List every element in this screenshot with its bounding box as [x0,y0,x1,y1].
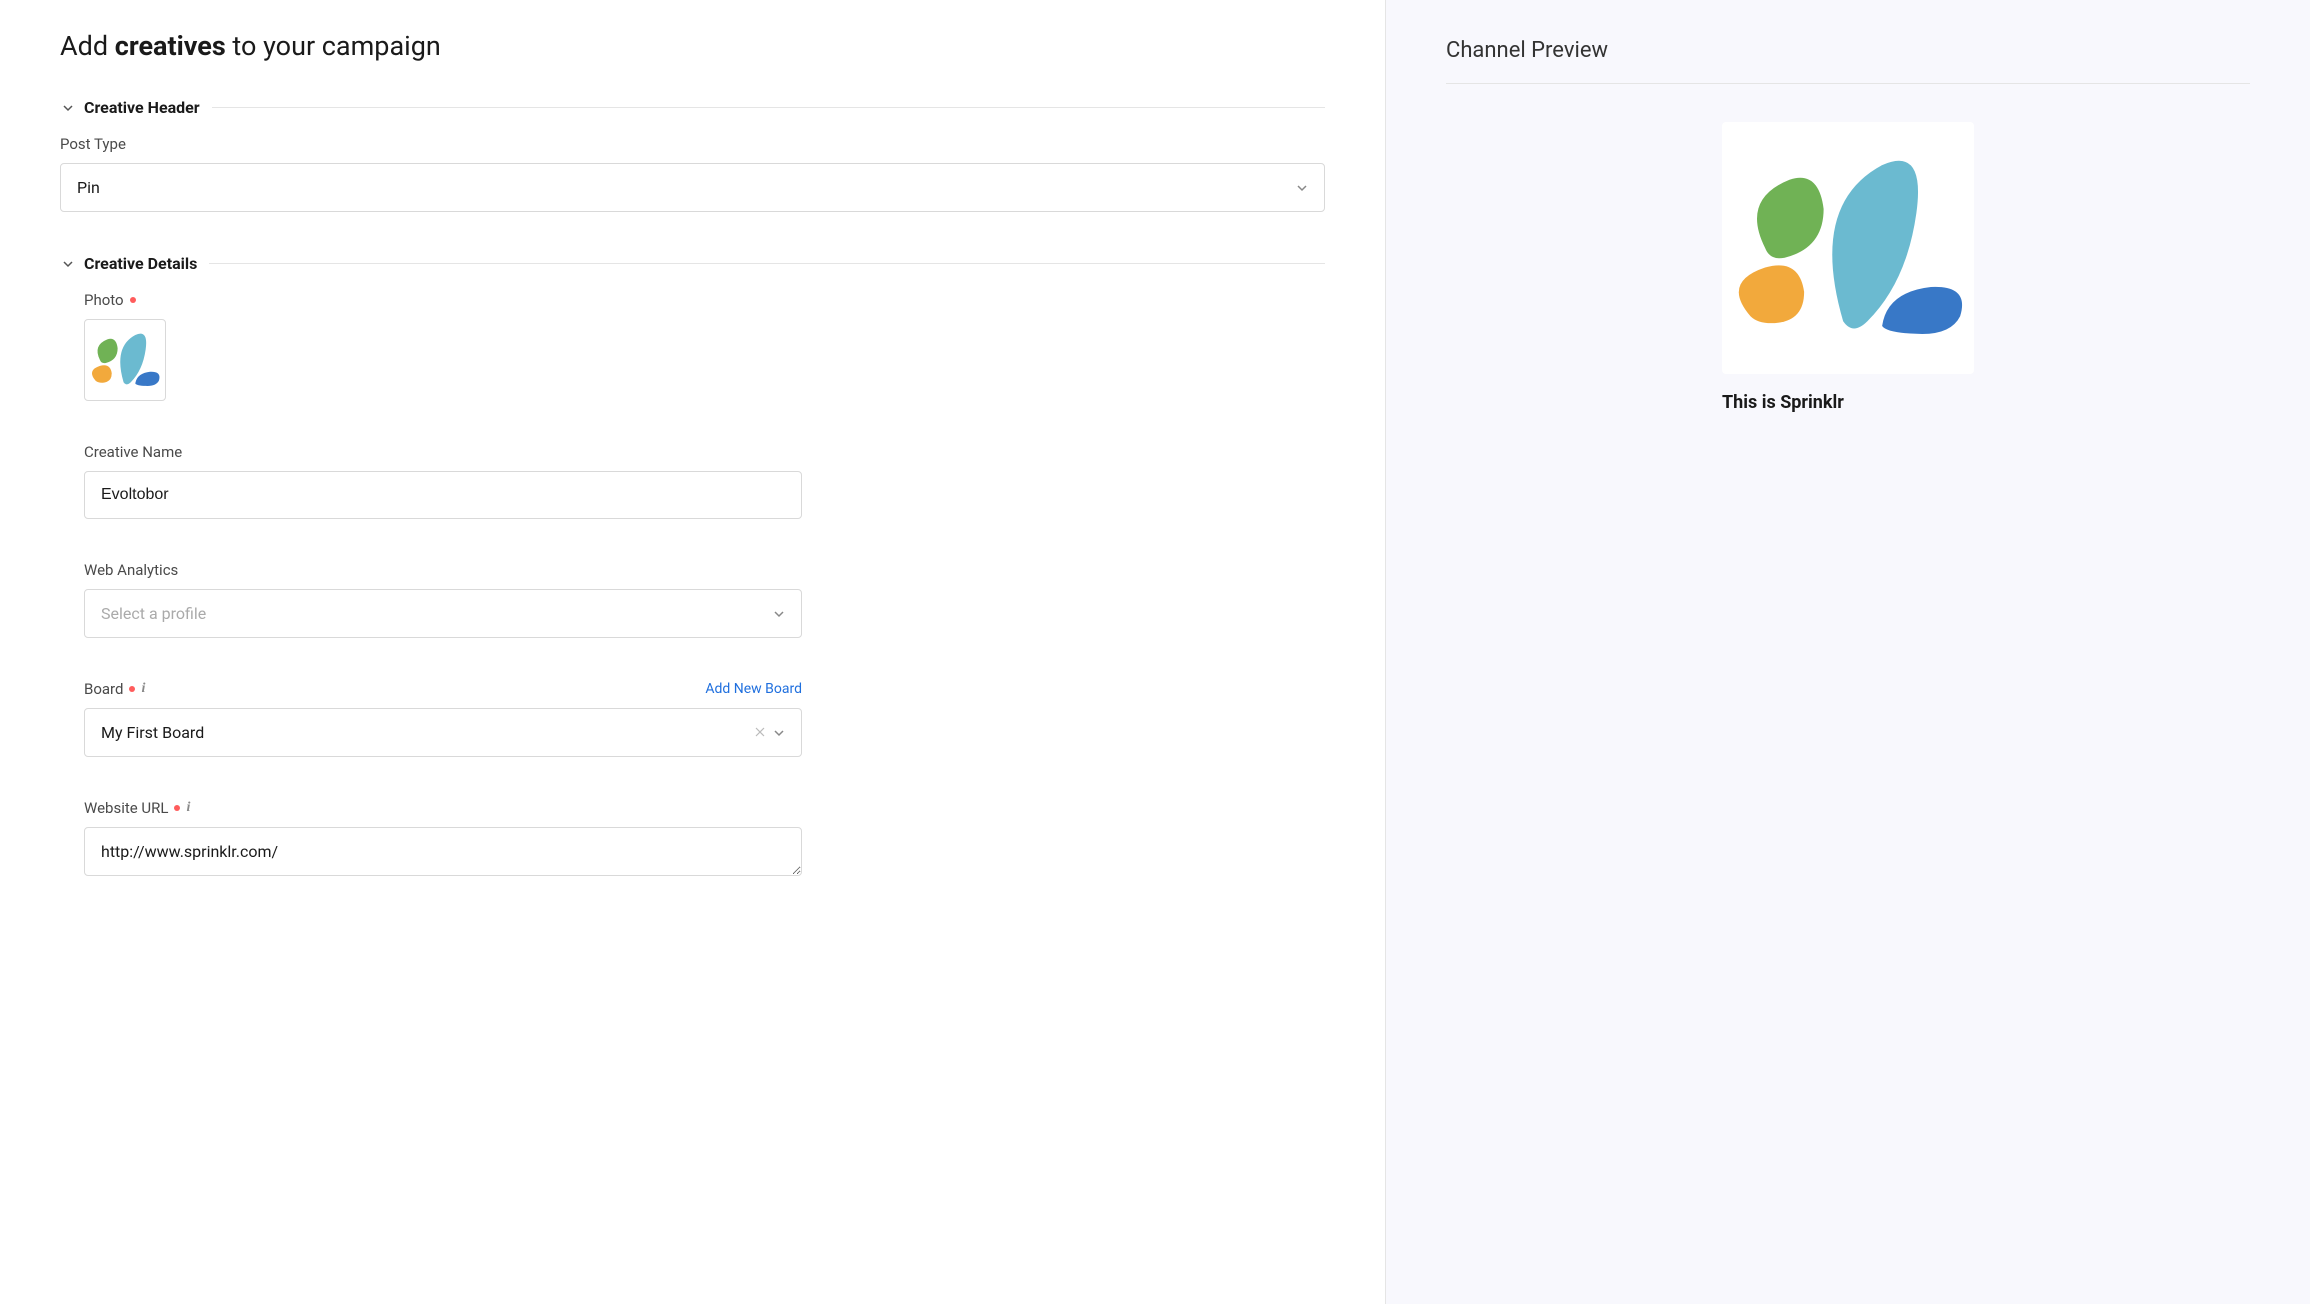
section-divider [209,263,1325,264]
web-analytics-placeholder: Select a profile [101,604,206,623]
board-select[interactable]: My First Board [84,708,802,757]
board-value: My First Board [101,723,204,742]
website-url-input[interactable] [84,827,802,876]
clear-icon[interactable] [755,726,765,740]
info-icon[interactable]: i [141,681,145,697]
photo-thumbnail[interactable] [84,319,166,401]
preview-card: This is Sprinklr [1722,122,1974,413]
website-url-label: Website URL i [84,799,802,817]
page-title-before: Add [60,30,115,62]
sprinklr-logo-icon [1731,153,1965,343]
page-title-bold: creatives [115,30,226,62]
preview-card-title: This is Sprinklr [1722,392,1974,413]
creative-name-input[interactable] [84,471,802,519]
chevron-down-icon [60,256,76,272]
section-header-creative-header[interactable]: Creative Header [60,98,1325,117]
section-title-creative-header: Creative Header [84,98,200,117]
photo-label: Photo [84,291,1325,309]
preview-image [1722,122,1974,374]
form-panel: Add creatives to your campaign Creative … [0,0,1386,1304]
add-new-board-link[interactable]: Add New Board [705,681,802,697]
creative-name-label: Creative Name [84,443,802,461]
page-title: Add creatives to your campaign [60,30,1325,62]
section-header-creative-details[interactable]: Creative Details [60,254,1325,273]
required-icon [174,805,180,811]
section-divider [212,107,1325,108]
info-icon[interactable]: i [186,800,190,816]
required-icon [130,297,136,303]
required-icon [129,686,135,692]
chevron-down-icon [60,100,76,116]
post-type-select[interactable]: Pin [60,163,1325,212]
section-title-creative-details: Creative Details [84,254,197,273]
web-analytics-select[interactable]: Select a profile [84,589,802,638]
web-analytics-label: Web Analytics [84,561,802,579]
post-type-value: Pin [77,178,100,197]
chevron-down-icon [1296,182,1308,194]
sprinklr-logo-icon [89,332,161,388]
chevron-down-icon [773,608,785,620]
preview-panel: Channel Preview This is Sprinklr [1386,0,2310,1304]
board-label: Board i [84,680,145,698]
chevron-down-icon [773,727,785,739]
channel-preview-title: Channel Preview [1446,38,2250,84]
page-title-after: to your campaign [226,30,441,62]
post-type-label: Post Type [60,135,1325,153]
